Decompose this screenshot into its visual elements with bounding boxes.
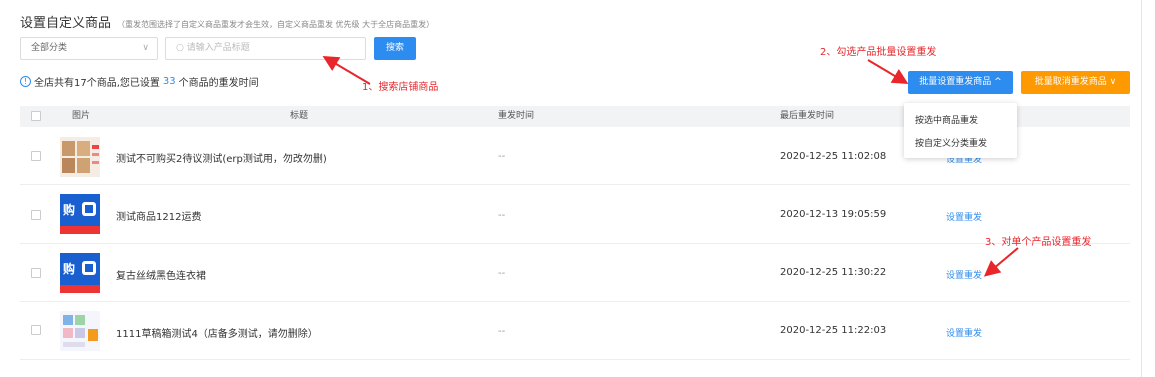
arrow-1 (322, 55, 371, 85)
arrow-3 (983, 247, 1019, 277)
annotation-arrows (322, 55, 1019, 277)
arrow-2 (867, 59, 909, 85)
